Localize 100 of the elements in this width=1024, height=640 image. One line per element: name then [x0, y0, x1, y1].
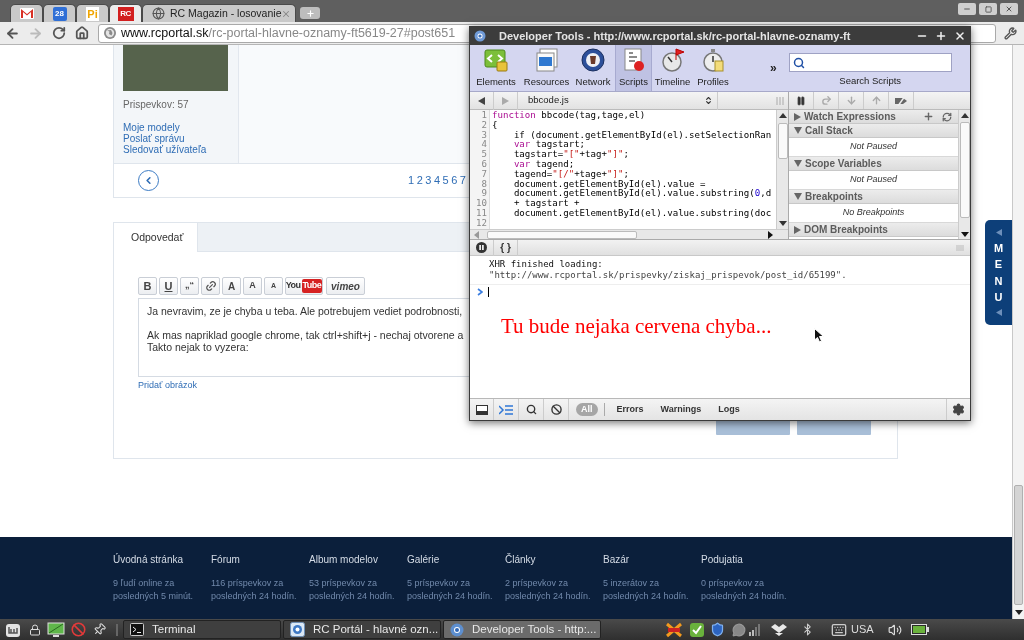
page-link[interactable]: 3: [425, 174, 432, 187]
close-icon[interactable]: [954, 30, 966, 42]
page-link[interactable]: 6: [451, 174, 458, 187]
browser-tab[interactable]: RC Magazin - losovanie: [142, 4, 296, 22]
panel-tab[interactable]: Resources: [522, 45, 571, 91]
sidebar-section-header[interactable]: Scope Variables: [789, 157, 958, 171]
arrow-down-icon[interactable]: [778, 219, 787, 227]
browser-tab[interactable]: [10, 4, 43, 22]
chevron-left-icon: [143, 175, 154, 186]
line-number: 7: [481, 169, 487, 180]
vimeo-button[interactable]: vimeo: [326, 277, 365, 295]
scrollbar-thumb[interactable]: [959, 122, 970, 218]
code-line: var tagstart;: [512, 140, 586, 151]
menu-tab[interactable]: MENU: [985, 220, 1012, 325]
plus-icon[interactable]: [923, 111, 934, 122]
file-select[interactable]: bbcode.js: [518, 91, 718, 110]
lock-icon[interactable]: [29, 623, 41, 636]
page-link[interactable]: 4: [433, 174, 440, 187]
open-box-icon[interactable]: [771, 622, 787, 637]
check-badge-icon[interactable]: [689, 621, 705, 638]
more-tools-button[interactable]: »: [770, 59, 777, 77]
quote-button[interactable]: „“: [180, 277, 199, 295]
panel-tab[interactable]: Timeline: [652, 45, 693, 91]
grip-icon[interactable]: [776, 96, 784, 105]
signal-bars-icon[interactable]: [749, 623, 761, 636]
volume-icon[interactable]: [887, 622, 902, 637]
battery-icon[interactable]: [910, 624, 929, 635]
sidebar-section-header[interactable]: Breakpoints: [789, 190, 958, 204]
taskbar-button[interactable]: Developer Tools - http:...: [443, 620, 601, 639]
font-size-button[interactable]: A: [243, 277, 262, 295]
page-link[interactable]: 1: [408, 174, 415, 187]
arrow-up-icon[interactable]: [778, 112, 787, 120]
scrollbar[interactable]: [776, 110, 788, 229]
line-number: 11: [476, 208, 487, 219]
refresh-icon[interactable]: [942, 111, 952, 122]
line-number: 9: [481, 189, 487, 199]
panel-tab[interactable]: Elements: [470, 45, 522, 91]
scrollbar[interactable]: [958, 110, 970, 239]
footer-link[interactable]: Podujatia: [701, 554, 743, 566]
updown-icon: [704, 96, 713, 105]
sidebar-section-header[interactable]: Call Stack: [789, 124, 958, 138]
shield-icon[interactable]: [710, 622, 725, 637]
youtube-button[interactable]: You Tube: [285, 277, 323, 295]
taskbar-button[interactable]: Terminal: [123, 620, 281, 639]
page-link[interactable]: 7: [459, 174, 466, 187]
footer-link[interactable]: Bazár: [603, 554, 630, 566]
close-button[interactable]: [1000, 3, 1018, 15]
filter-button[interactable]: Logs: [713, 403, 745, 416]
new-tab-button[interactable]: [300, 7, 320, 19]
page-link[interactable]: 5: [442, 174, 449, 187]
arrow-down-icon[interactable]: [960, 230, 969, 238]
add-image-link[interactable]: Pridať obrázok: [138, 380, 197, 391]
pretty-print-button[interactable]: { }: [494, 239, 518, 256]
footer-link[interactable]: Galérie: [407, 554, 440, 566]
text-caret: [488, 287, 489, 297]
step-into-icon: [845, 95, 857, 106]
panel-tab[interactable]: Network: [571, 45, 615, 91]
taskbar-button[interactable]: RC Portál - hlavné ozn...: [283, 620, 441, 639]
filter-button[interactable]: Errors: [611, 403, 649, 416]
line-number: 2: [481, 120, 487, 131]
bold-button[interactable]: B: [138, 277, 157, 295]
arrow-down-icon[interactable]: [1013, 607, 1024, 617]
underline-button[interactable]: U: [159, 277, 178, 295]
link-button[interactable]: [201, 277, 220, 295]
monitor-icon[interactable]: [47, 621, 65, 638]
browser-tab[interactable]: 28: [43, 4, 76, 22]
sidebar-section-header[interactable]: Watch Expressions: [789, 110, 958, 124]
maximize-icon[interactable]: [935, 30, 947, 42]
page-link[interactable]: 2: [416, 174, 423, 187]
chat-icon[interactable]: [732, 622, 746, 637]
arrow-up-icon[interactable]: [960, 112, 969, 120]
sidebar-section-header[interactable]: DOM Breakpoints: [789, 223, 958, 237]
no-sign-icon[interactable]: [71, 622, 86, 637]
globe-icon: [104, 27, 116, 39]
arrow-right-icon[interactable]: [766, 230, 774, 239]
bluetooth-icon[interactable]: [801, 623, 814, 636]
panel-tab[interactable]: Profiles: [693, 45, 733, 91]
panel-tab[interactable]: Scripts: [615, 45, 652, 91]
search-field[interactable]: [788, 53, 952, 72]
profile-link[interactable]: Sledovať užívateľa: [123, 144, 207, 155]
footer-link[interactable]: Album modelov: [309, 554, 378, 566]
mint-logo-icon[interactable]: [5, 621, 21, 638]
profile-link[interactable]: Poslať správu: [123, 133, 185, 144]
footer-link[interactable]: Fórum: [211, 554, 240, 566]
browser-tab[interactable]: RC: [109, 4, 142, 22]
font-size-button[interactable]: A: [222, 277, 241, 295]
scrollbar-thumb[interactable]: [487, 230, 637, 239]
filter-button[interactable]: Warnings: [655, 403, 707, 416]
scrollbar[interactable]: [470, 229, 788, 239]
crossed-bar-icon[interactable]: [665, 621, 683, 638]
profile-link[interactable]: Moje modely: [123, 122, 180, 133]
grip-icon[interactable]: [956, 244, 964, 251]
scrollbar-thumb[interactable]: [777, 123, 788, 159]
footer-link[interactable]: Úvodná stránka: [113, 554, 184, 566]
keyboard-icon[interactable]: [831, 621, 847, 638]
scrollbar-thumb[interactable]: [1014, 485, 1023, 605]
triangle-left-icon: [478, 96, 485, 105]
footer-link[interactable]: Články: [505, 554, 536, 566]
wrench-icon: [1003, 26, 1017, 40]
scrollbar[interactable]: [1012, 45, 1024, 619]
